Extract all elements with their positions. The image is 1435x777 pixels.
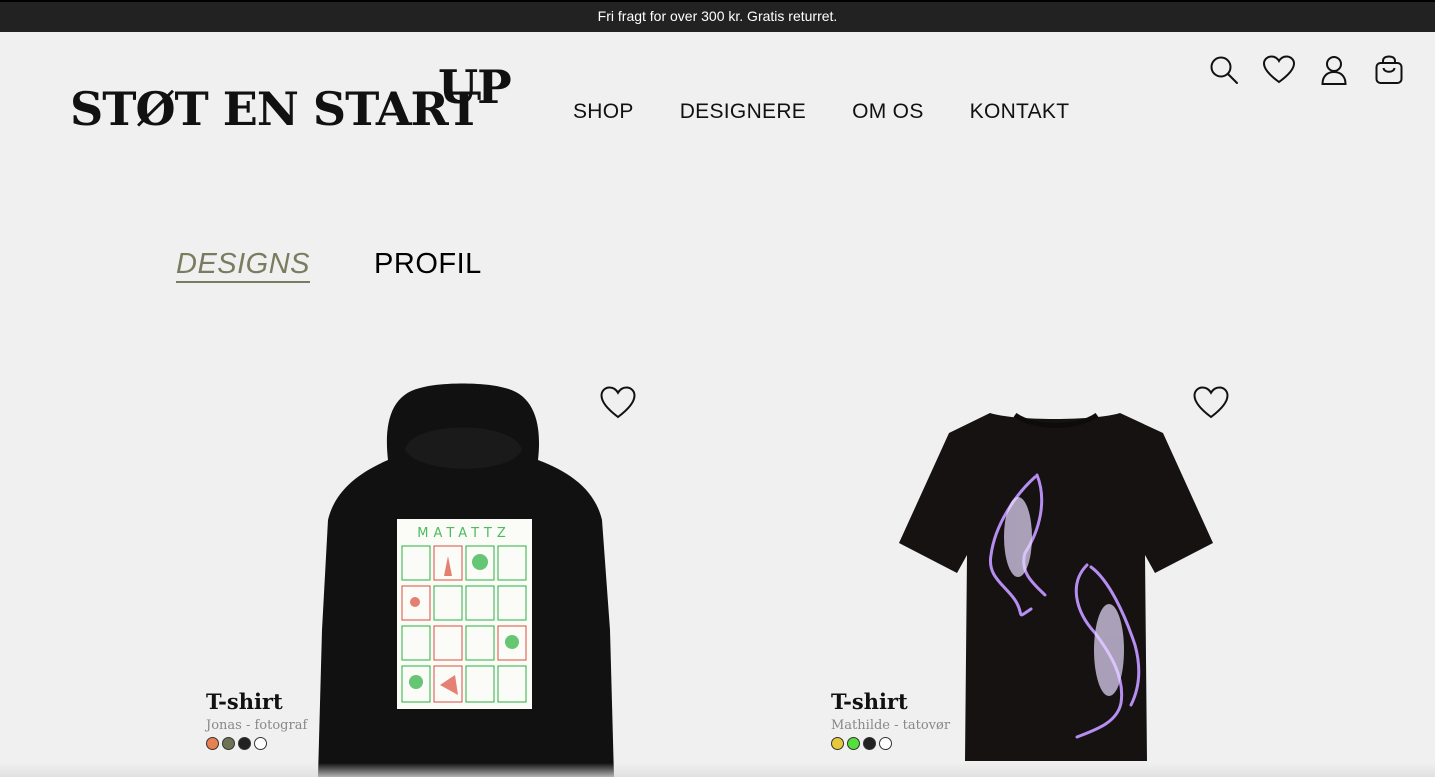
header-icons (1207, 53, 1405, 86)
nav-om-os[interactable]: OM OS (852, 100, 924, 124)
product-title[interactable]: T-shirt (831, 689, 908, 714)
swatch-olive[interactable] (222, 737, 235, 750)
product-designer: Mathilde - tatovør (831, 718, 951, 733)
swatch-white[interactable] (254, 737, 267, 750)
product-card[interactable]: MATATTZ T-shirt Jonas - fotograf (200, 380, 670, 777)
color-swatches (831, 737, 892, 750)
user-icon[interactable] (1317, 53, 1350, 86)
announcement-text: Fri fragt for over 300 kr. Gratis returr… (597, 8, 838, 24)
profile-tabs: DESIGNS PROFIL (176, 248, 482, 283)
swatch-green[interactable] (847, 737, 860, 750)
product-image-tshirt[interactable] (895, 405, 1217, 767)
cart-icon[interactable] (1372, 53, 1405, 86)
nav-designere[interactable]: DESIGNERE (680, 100, 806, 124)
product-card[interactable]: T-shirt Mathilde - tatovør (825, 380, 1295, 777)
swatch-black[interactable] (238, 737, 251, 750)
heart-icon[interactable] (1262, 53, 1295, 86)
logo-superscript: UP (438, 60, 512, 114)
tab-profil[interactable]: PROFIL (374, 248, 482, 283)
announcement-bar: Fri fragt for over 300 kr. Gratis returr… (0, 0, 1435, 32)
favorite-heart-icon[interactable] (600, 386, 636, 420)
nav-kontakt[interactable]: KONTAKT (970, 100, 1070, 124)
swatch-black[interactable] (863, 737, 876, 750)
main-nav: SHOP DESIGNERE OM OS KONTAKT (573, 100, 1069, 124)
search-icon[interactable] (1207, 53, 1240, 86)
product-image-hoodie[interactable]: MATATTZ (310, 380, 620, 777)
tab-designs[interactable]: DESIGNS (176, 248, 311, 283)
svg-text:MATATTZ: MATATTZ (417, 526, 510, 541)
swatch-white[interactable] (879, 737, 892, 750)
logo-text: STØT EN START (70, 82, 481, 136)
swatch-orange[interactable] (206, 737, 219, 750)
swatch-yellow[interactable] (831, 737, 844, 750)
favorite-heart-icon[interactable] (1193, 386, 1229, 420)
product-title[interactable]: T-shirt (206, 689, 283, 714)
color-swatches (206, 737, 267, 750)
bottom-fade (0, 763, 1435, 777)
product-designer: Jonas - fotograf (206, 718, 308, 733)
nav-shop[interactable]: SHOP (573, 100, 634, 124)
